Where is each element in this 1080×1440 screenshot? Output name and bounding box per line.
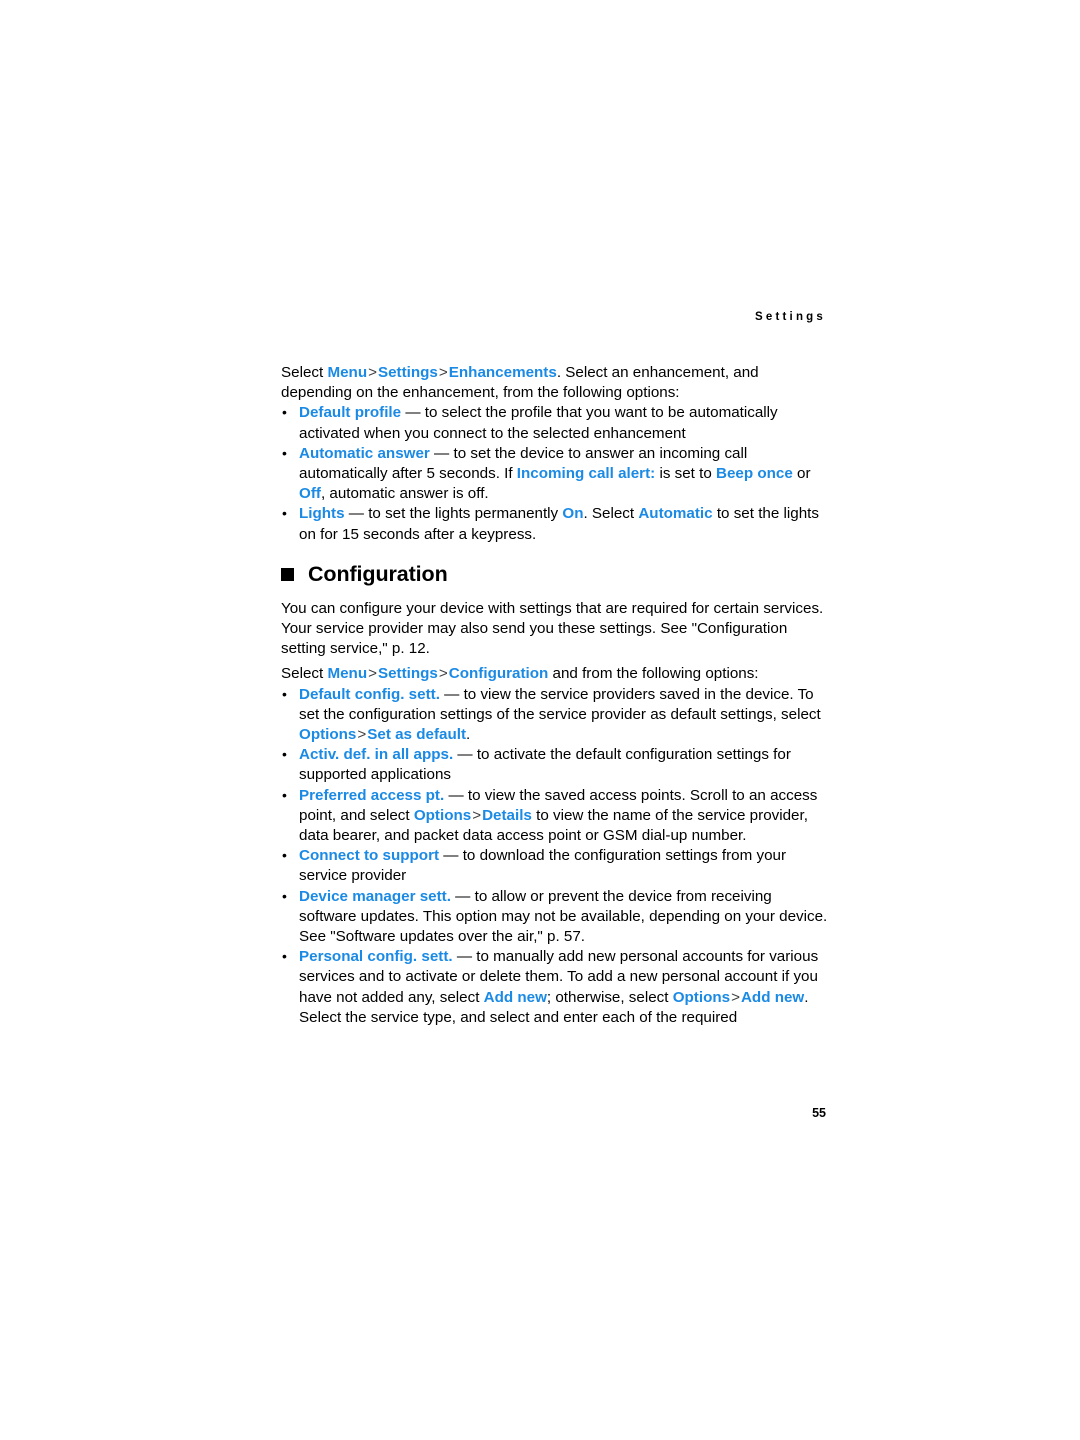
menu-separator-icon: > [368, 364, 377, 381]
settings-term: Settings [377, 665, 438, 683]
list-item: Default profile — to select the profile … [281, 402, 829, 443]
option-term-connect-to-support: Connect to support [299, 847, 440, 865]
option-term-personal-config-sett: Personal config. sett. [299, 948, 453, 966]
options-term: Options [672, 988, 731, 1006]
list-item: Lights — to set the lights permanently O… [281, 503, 829, 544]
options-term: Options [413, 806, 472, 824]
option-description: . Select [583, 505, 639, 523]
option-description: to set the lights permanently [368, 505, 563, 523]
list-item: Preferred access pt. — to view the saved… [281, 785, 829, 847]
list-item: Activ. def. in all apps. — to activate t… [281, 744, 829, 785]
em-dash: — [450, 887, 475, 905]
option-description: ; otherwise, select [546, 988, 673, 1006]
option-description: , automatic answer is off. [320, 485, 489, 503]
list-item: Device manager sett. — to allow or preve… [281, 886, 829, 948]
set-as-default-term: Set as default [367, 726, 466, 744]
menu-term: Menu [327, 665, 368, 683]
configuration-intro-paragraph: You can configure your device with setti… [281, 599, 824, 658]
menu-separator-icon: > [357, 726, 367, 744]
menu-separator-icon: > [438, 665, 448, 683]
option-term-device-manager-sett: Device manager sett. [299, 887, 451, 905]
menu-separator-icon: > [731, 988, 740, 1006]
details-term: Details [482, 806, 532, 824]
menu-separator-icon: > [368, 665, 377, 683]
em-dash: — [439, 847, 463, 865]
em-dash: — [344, 505, 369, 523]
page-content: Select Menu>Settings>Enhancements. Selec… [281, 363, 829, 1028]
configuration-term: Configuration [448, 665, 549, 683]
select-tail: and from the following options: [548, 665, 759, 683]
section-heading-configuration: Configuration [281, 562, 829, 586]
off-term: Off [299, 485, 321, 503]
list-item: Automatic answer — to set the device to … [281, 443, 829, 505]
em-dash: — [453, 746, 477, 764]
on-term: On [562, 505, 584, 523]
menu-separator-icon: > [438, 364, 448, 381]
menu-separator-icon: > [472, 806, 482, 824]
enhancements-intro-paragraph: Select Menu>Settings>Enhancements. Selec… [281, 363, 829, 403]
running-header: Settings [755, 311, 826, 323]
add-new-term: Add new [483, 988, 547, 1006]
option-term-lights: Lights [299, 505, 345, 523]
option-term-default-profile: Default profile [299, 404, 402, 422]
document-page: Settings Select Menu>Settings>Enhancemen… [0, 0, 1080, 1440]
em-dash: — [444, 786, 468, 804]
select-lead: Select [281, 665, 328, 683]
em-dash: — [439, 685, 464, 703]
square-bullet-icon [281, 567, 294, 581]
option-term-activ-def-in-all-apps: Activ. def. in all apps. [299, 746, 454, 764]
configuration-options-list: Default config. sett. — to view the serv… [281, 684, 829, 1028]
enhancements-term: Enhancements [448, 364, 557, 381]
enhancements-intro-lead: Select [281, 364, 328, 381]
option-description: is set to [655, 465, 716, 483]
option-term-default-config-sett: Default config. sett. [299, 685, 440, 703]
automatic-term: Automatic [638, 505, 713, 523]
section-heading-label: Configuration [308, 561, 448, 586]
beep-once-term: Beep once [716, 465, 793, 483]
configuration-select-line: Select Menu>Settings>Configuration and f… [281, 664, 829, 684]
options-term: Options [299, 726, 357, 744]
em-dash: — [429, 444, 454, 462]
em-dash: — [401, 404, 425, 422]
list-item: Default config. sett. — to view the serv… [281, 684, 829, 746]
list-item: Personal config. sett. — to manually add… [281, 946, 829, 1028]
menu-term: Menu [327, 364, 368, 381]
em-dash: — [452, 948, 477, 966]
option-term-preferred-access-pt: Preferred access pt. [299, 786, 445, 804]
page-number: 55 [812, 1106, 826, 1120]
option-term-automatic-answer: Automatic answer [299, 444, 430, 462]
option-description: or [792, 465, 811, 483]
incoming-call-alert-term: Incoming call alert: [516, 465, 656, 483]
list-item: Connect to support — to download the con… [281, 845, 829, 886]
add-new-term: Add new [740, 988, 805, 1006]
option-description: . [466, 726, 471, 744]
enhancements-options-list: Default profile — to select the profile … [281, 402, 829, 544]
settings-term: Settings [377, 364, 438, 381]
